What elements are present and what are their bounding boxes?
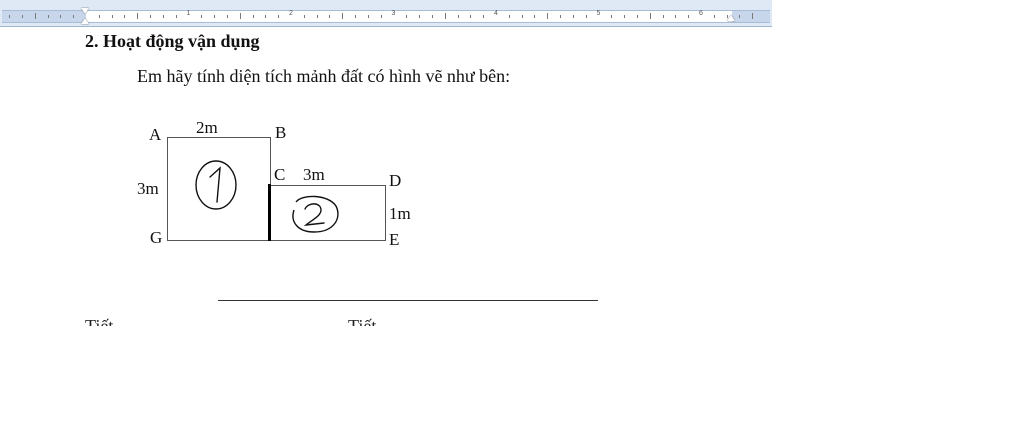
ruler-tick	[21, 15, 23, 18]
ruler-tick	[47, 15, 49, 18]
ruler-tick	[406, 15, 408, 18]
ruler-right-margin	[732, 11, 770, 22]
region-2-handwritten-marker: 2	[288, 192, 339, 233]
ruler-tick	[265, 15, 267, 18]
vertex-g-label: G	[150, 228, 163, 247]
ruler-tick	[303, 15, 305, 18]
ruler-number: 6	[699, 10, 703, 17]
first-line-indent-marker[interactable]	[81, 8, 89, 14]
vertex-d-label: D	[389, 171, 402, 190]
ruler-tick	[34, 13, 36, 19]
ruler-tick	[534, 15, 536, 18]
ruler-tick	[239, 13, 241, 19]
ruler-number: 4	[494, 10, 498, 17]
ruler-tick	[419, 15, 421, 18]
hanging-indent-marker[interactable]	[81, 18, 89, 24]
region-1-number: 1	[190, 155, 191, 156]
ruler-tick	[675, 15, 677, 18]
ruler-tick	[713, 15, 715, 18]
ruler-tick	[9, 15, 11, 18]
ruler-tick	[162, 15, 164, 18]
ruler-tick	[739, 15, 741, 18]
ruler-tick	[137, 13, 139, 19]
vertex-a-label: A	[149, 125, 162, 144]
ruler-tick	[214, 15, 216, 18]
ruler-tick	[624, 15, 626, 18]
ruler-tick	[316, 15, 318, 18]
ruler-tick	[329, 15, 331, 18]
ruler-tick	[355, 15, 357, 18]
ruler-number: 5	[596, 10, 601, 17]
ruler-tick	[278, 15, 280, 18]
ruler-tick	[470, 15, 472, 18]
ruler-tick	[175, 15, 177, 18]
de-height-label: 1m	[389, 204, 411, 223]
right-indent-marker[interactable]	[727, 15, 735, 21]
ruler-tick	[649, 13, 651, 19]
vertex-c-label: C	[274, 165, 286, 184]
left-height-label: 3m	[137, 179, 159, 198]
vertex-b-label: B	[275, 123, 287, 142]
ruler-tick	[508, 15, 510, 18]
ruler-tick	[662, 15, 664, 18]
ruler-tick	[342, 13, 344, 19]
ruler-track: 1 2 3 4 5 6	[2, 10, 770, 23]
ruler-tick	[367, 15, 369, 18]
ruler-tick	[226, 15, 228, 18]
ruler-tick	[201, 15, 203, 18]
horizontal-ruler[interactable]: 1 2 3 4 5 6	[0, 0, 772, 27]
ruler-tick	[752, 13, 754, 19]
top-width-label: 2m	[196, 118, 218, 137]
ruler-number: 2	[289, 10, 293, 17]
clipped-text-left: Tiết	[85, 316, 114, 326]
ruler-tick	[431, 15, 433, 18]
cd-width-label: 3m	[303, 165, 325, 184]
ruler-tick	[60, 15, 62, 18]
ruler-tick	[73, 15, 75, 18]
ruler-tick	[560, 15, 562, 18]
section-heading: 2. Hoạt động vận dụng	[85, 31, 260, 51]
shared-edge-line	[268, 184, 271, 241]
ruler-number: 1	[186, 10, 191, 17]
ruler-tick	[111, 15, 113, 18]
clipped-text-right: Tiết	[348, 316, 377, 326]
instruction-text: Em hãy tính diện tích mảnh đất có hình v…	[137, 66, 511, 86]
ruler-tick	[98, 15, 100, 18]
ruler-tick	[572, 15, 574, 18]
ruler-tick	[252, 15, 254, 18]
ruler-tick	[150, 15, 152, 18]
ruler-number: 3	[391, 10, 396, 17]
ruler-tick	[688, 15, 690, 18]
ruler-tick	[444, 13, 446, 19]
region-1-handwritten-marker: 1	[190, 155, 237, 210]
ruler-tick	[457, 15, 459, 18]
ruler-tick	[547, 13, 549, 19]
vertex-e-label: E	[389, 230, 400, 249]
ruler-tick	[611, 15, 613, 18]
ruler-tick	[636, 15, 638, 18]
ruler-tick	[380, 15, 382, 18]
ruler-tick	[124, 15, 126, 18]
answer-line	[218, 300, 598, 301]
ruler-tick	[521, 15, 523, 18]
ruler-tick	[483, 15, 485, 18]
ruler-tick	[585, 15, 587, 18]
region-2-number: 2	[288, 192, 289, 193]
